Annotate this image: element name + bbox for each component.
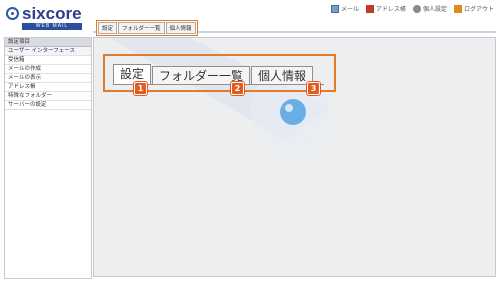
- nav-mail[interactable]: メール: [330, 4, 359, 13]
- settings-sidebar: 設定項目 ユーザー インターフェース 受信箱 メールの作成 メールの表示 アドレ…: [4, 37, 95, 279]
- brand-name: sixcore: [22, 4, 82, 23]
- nav-address-book[interactable]: アドレス帳: [365, 4, 406, 13]
- sidebar-header: 設定項目: [5, 38, 91, 47]
- nav-settings-label: 個人設定: [422, 6, 447, 13]
- tab-settings-small[interactable]: 設定: [98, 22, 118, 34]
- sidebar-item-user-interface[interactable]: ユーザー インターフェース: [5, 47, 91, 56]
- logo-mark-icon: [6, 7, 19, 20]
- logout-icon: [453, 4, 462, 13]
- sidebar-item-display[interactable]: メールの表示: [5, 74, 91, 83]
- sidebar-item-address-book[interactable]: アドレス帳: [5, 83, 91, 92]
- address-book-icon: [365, 4, 374, 13]
- nav-logout-label: ログアウト: [463, 6, 494, 13]
- step-badge-1: 1: [134, 82, 147, 95]
- mail-icon: [330, 4, 339, 13]
- nav-address-book-label: アドレス帳: [375, 6, 406, 13]
- sixcore-logo: sixcore WEB MAIL: [6, 4, 90, 34]
- sidebar-item-compose[interactable]: メールの作成: [5, 65, 91, 74]
- tab-identities[interactable]: 個人情報: [251, 66, 314, 85]
- sidebar-item-inbox[interactable]: 受信箱: [5, 56, 91, 65]
- nav-mail-label: メール: [340, 6, 359, 13]
- nav-logout[interactable]: ログアウト: [453, 4, 494, 13]
- sidebar-item-server[interactable]: サーバーの設定: [5, 101, 91, 110]
- gear-icon: [412, 4, 421, 13]
- tab-identities-small[interactable]: 個人情報: [165, 22, 196, 34]
- step-badge-2: 2: [231, 82, 244, 95]
- top-navigation: メール アドレス帳 個人設定 ログアウト: [330, 4, 494, 13]
- settings-tabs-small: 設定 フォルダー一覧 個人情報: [96, 20, 198, 36]
- nav-settings[interactable]: 個人設定: [412, 4, 447, 13]
- step-badge-3: 3: [307, 82, 320, 95]
- brand-tagline: WEB MAIL: [22, 23, 82, 30]
- sidebar-item-special-folders[interactable]: 特殊なフォルダー: [5, 92, 91, 101]
- tab-folders-small[interactable]: フォルダー一覧: [118, 22, 165, 34]
